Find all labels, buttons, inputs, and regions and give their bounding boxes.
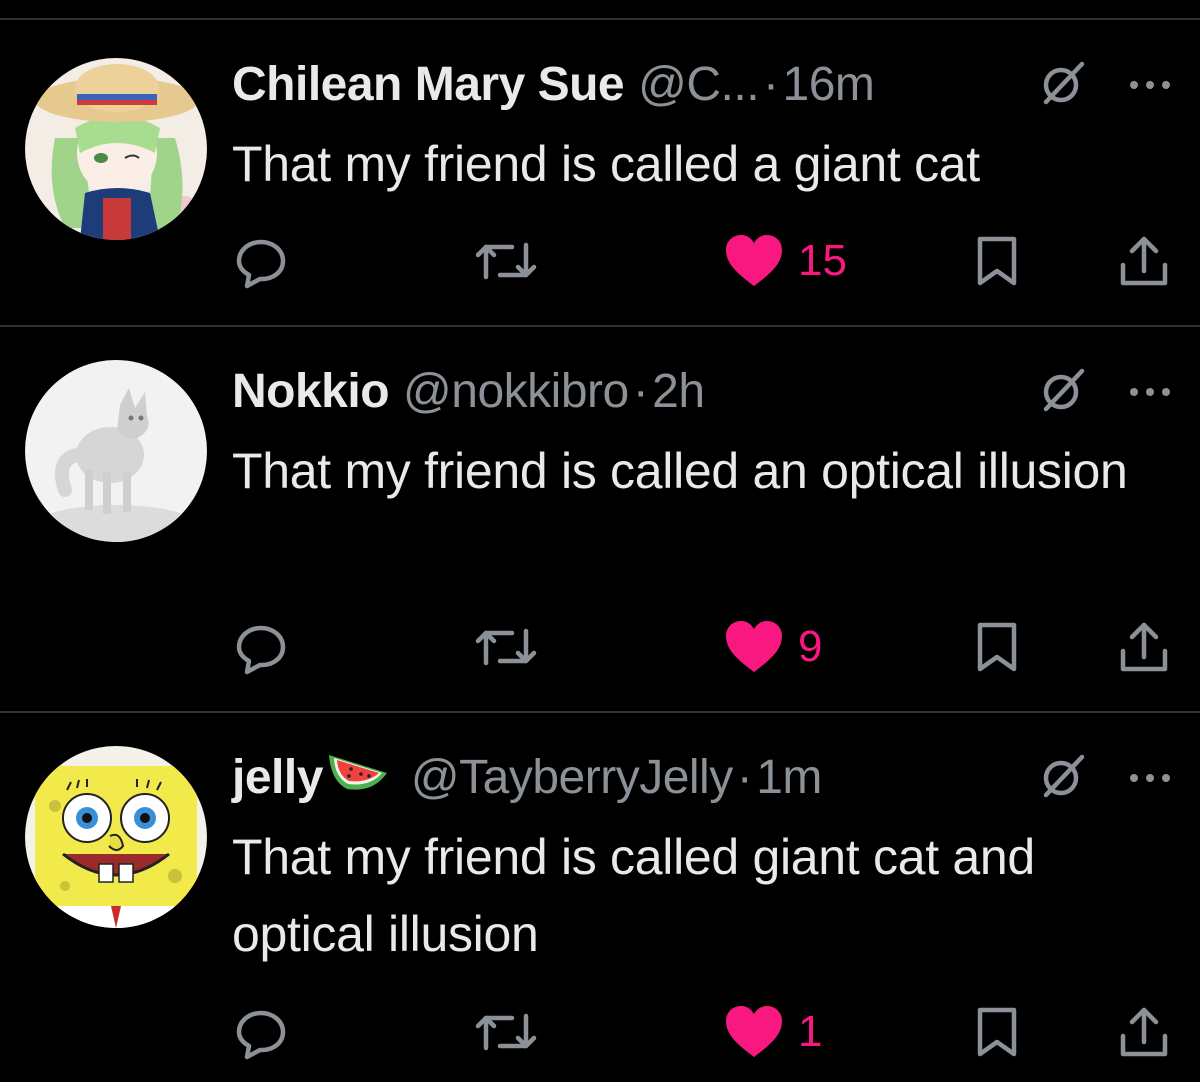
post-divider [0,711,1200,713]
bookmark-icon [977,622,1017,672]
reply-icon [236,1010,286,1060]
user-handle[interactable]: @C... [638,57,759,112]
separator-dot: · [763,57,779,111]
share-icon [1120,1007,1168,1057]
share-button[interactable] [1117,1002,1171,1062]
display-name[interactable]: Chilean Mary Sue [232,57,625,112]
like-count: 1 [798,1007,823,1056]
like-button[interactable]: 9 [724,617,822,677]
post-time[interactable]: 16m [783,57,875,112]
share-button[interactable] [1117,617,1171,677]
display-name[interactable]: Nokkio [232,364,390,419]
bookmark-button[interactable] [974,617,1020,677]
more-icon[interactable] [1128,385,1172,399]
reply-button[interactable] [233,617,289,677]
reply-icon [236,625,286,675]
post-text: That my friend is called a giant cat [232,136,980,192]
bookmark-icon [977,236,1017,286]
repost-icon [475,242,537,280]
reply-button[interactable] [233,231,289,291]
action-bar: 1 [0,1002,1200,1062]
repost-button[interactable] [474,231,538,291]
heart-icon [726,235,782,286]
separator-dot: · [736,750,753,804]
repost-button[interactable] [474,617,538,677]
repost-icon [475,1013,537,1051]
share-icon [1120,622,1168,672]
bookmark-icon [977,1007,1017,1057]
post-text: That my friend is called an optical illu… [232,443,1128,499]
avatar[interactable] [25,746,207,928]
grok-icon[interactable] [1038,365,1088,415]
bookmark-button[interactable] [974,231,1020,291]
post-time[interactable]: 1m [756,750,822,805]
repost-icon [475,628,537,666]
avatar[interactable] [25,58,207,240]
like-count: 15 [798,236,847,285]
top-divider [0,18,1200,20]
user-handle[interactable]: @nokkibro [403,364,629,419]
post-time[interactable]: 2h [652,364,705,419]
share-button[interactable] [1117,231,1171,291]
more-icon[interactable] [1128,78,1172,92]
repost-button[interactable] [474,1002,538,1062]
grok-icon[interactable] [1038,751,1088,801]
avatar[interactable] [25,360,207,542]
reply-button[interactable] [233,1002,289,1062]
post-text: That my friend is called giant cat and o… [232,829,1035,962]
like-count: 9 [798,622,823,671]
share-icon [1120,236,1168,286]
reply-icon [236,239,286,289]
display-name[interactable]: jelly [232,750,323,805]
heart-icon [726,1006,782,1057]
action-bar: 9 [0,617,1200,677]
more-icon[interactable] [1128,771,1172,785]
like-button[interactable]: 15 [724,231,847,291]
heart-icon [726,621,782,672]
like-button[interactable]: 1 [724,1002,822,1062]
action-bar: 15 [0,231,1200,291]
separator-dot: · [632,364,649,418]
grok-icon[interactable] [1038,58,1088,108]
post-divider [0,325,1200,327]
user-handle[interactable]: @TayberryJelly [411,750,733,805]
bookmark-button[interactable] [974,1002,1020,1062]
watermelon-icon [327,749,389,805]
